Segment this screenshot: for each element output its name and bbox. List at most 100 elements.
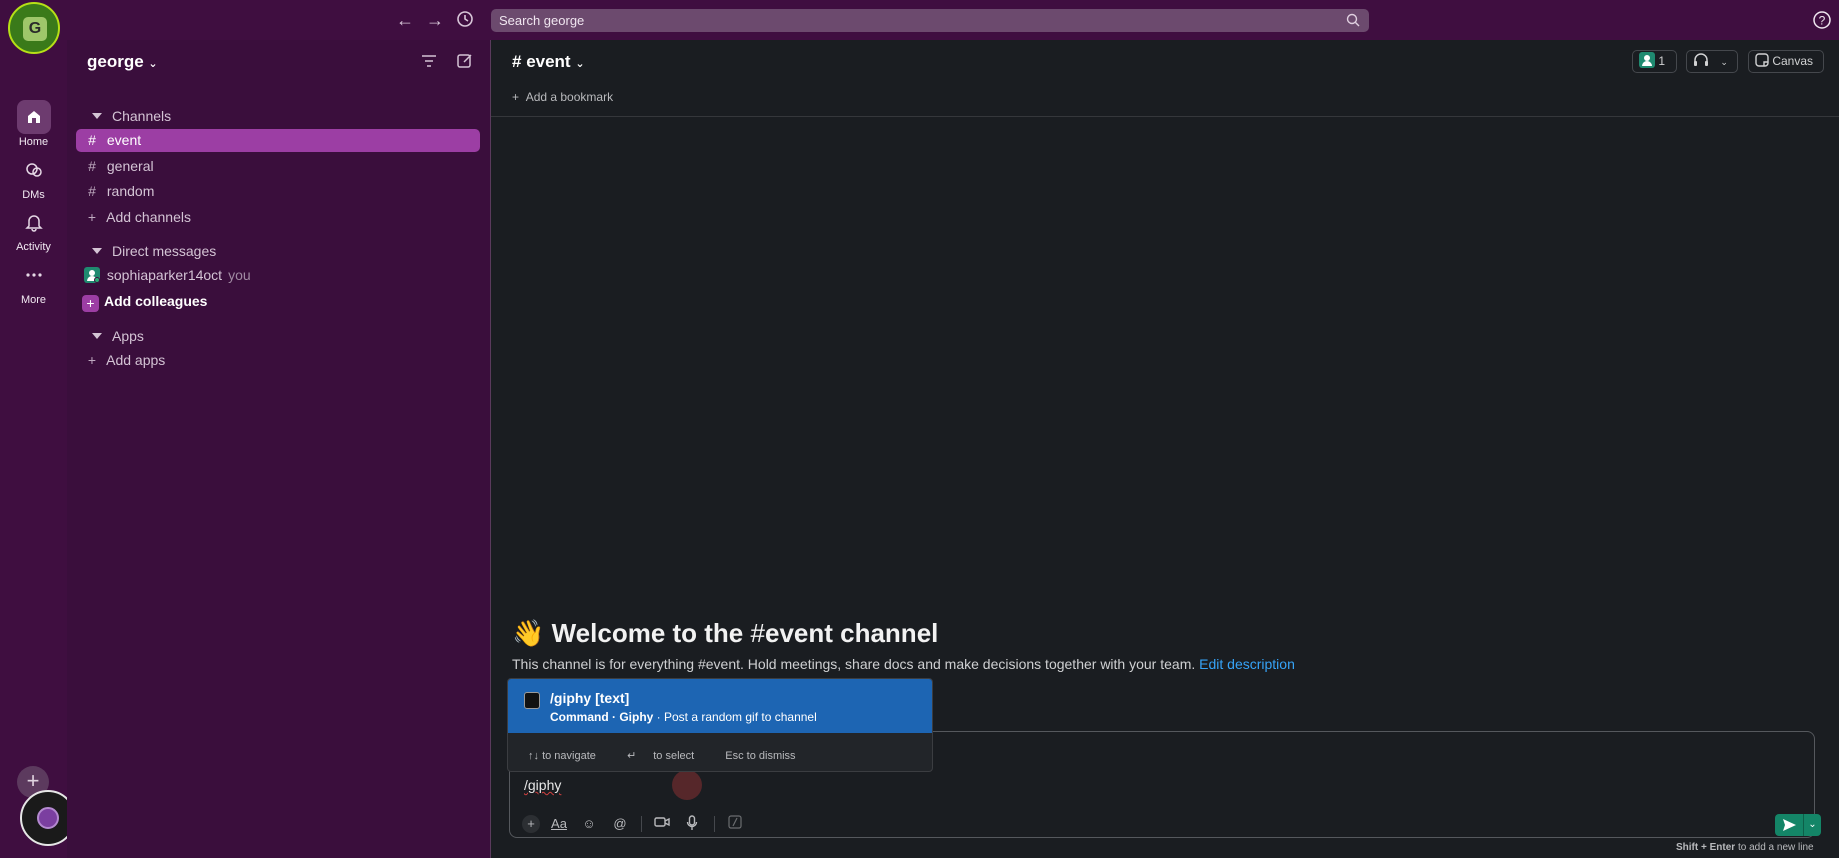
workspace-rail: G Home DMs Activity More + xyxy=(0,2,76,858)
forward-arrow-icon[interactable]: → xyxy=(426,10,444,30)
rail-home[interactable]: Home xyxy=(0,100,67,148)
rail-home-label: Home xyxy=(18,136,49,148)
caret-down-icon xyxy=(92,333,102,339)
attach-plus-icon[interactable]: + xyxy=(522,815,540,833)
sidebar-item-dm-self[interactable]: sophiaparker14oct you xyxy=(76,264,480,287)
add-channels-button[interactable]: + Add channels xyxy=(76,206,480,229)
enter-key-icon: ↵ xyxy=(626,750,637,762)
video-icon[interactable] xyxy=(653,815,671,833)
apps-heading: Apps xyxy=(112,328,144,344)
headphones-icon xyxy=(1694,53,1708,66)
toolbar-divider xyxy=(641,816,642,832)
rail-more[interactable]: More xyxy=(0,258,67,306)
sidebar-item-general[interactable]: # general xyxy=(76,155,480,178)
composer-hint: Shift + Enter to add a new line xyxy=(1676,842,1814,853)
sidebar-item-event[interactable]: # event xyxy=(76,129,480,152)
command-desc-text: · Post a random gif to channel xyxy=(653,710,817,724)
sidebar: george ⌄ Channels # event # general # ra… xyxy=(67,40,491,858)
giphy-app-icon xyxy=(524,692,540,709)
apps-section-header[interactable]: Apps xyxy=(92,328,144,344)
slash-command-icon[interactable] xyxy=(726,815,744,833)
plus-square-icon: + xyxy=(82,295,99,312)
huddle-button[interactable]: ⌄ xyxy=(1686,50,1738,73)
members-button[interactable]: 1 xyxy=(1632,50,1677,73)
workspace-avatar[interactable]: G xyxy=(8,2,60,54)
add-colleagues-label: Add colleagues xyxy=(104,293,208,309)
workspace-initial: G xyxy=(23,17,47,41)
hint-text: to add a new line xyxy=(1737,842,1814,853)
help-icon[interactable]: ? xyxy=(1812,10,1832,30)
members-count: 1 xyxy=(1658,54,1666,68)
top-bar: ← → Search george ? xyxy=(0,0,1839,40)
chevron-down-icon: ⌄ xyxy=(1720,57,1728,67)
search-bar[interactable]: Search george xyxy=(491,9,1369,32)
add-colleagues-button[interactable]: + Add colleagues xyxy=(76,290,480,313)
mention-icon[interactable]: @ xyxy=(611,815,629,833)
canvas-icon xyxy=(1755,53,1769,67)
send-button[interactable] xyxy=(1775,814,1803,836)
hash-icon: # xyxy=(750,618,765,648)
plus-icon: + xyxy=(87,209,97,225)
toolbar-divider xyxy=(714,816,715,832)
you-tag: you xyxy=(228,267,251,283)
filter-icon[interactable] xyxy=(421,54,437,68)
cursor-indicator xyxy=(672,770,702,800)
channels-section-header[interactable]: Channels xyxy=(92,108,171,124)
sidebar-item-random[interactable]: # random xyxy=(76,180,480,203)
plus-icon: + xyxy=(87,352,97,368)
channel-header: # event ⌄ + Add a bookmark 1 ⌄ Canvas xyxy=(491,40,1839,117)
rail-activity[interactable]: Activity xyxy=(0,205,67,253)
channel-label: general xyxy=(106,158,154,174)
bell-icon xyxy=(17,205,51,239)
send-options-button[interactable]: ⌄ xyxy=(1803,814,1821,836)
workspace-name[interactable]: george ⌄ xyxy=(87,52,158,72)
navigate-hint-text: to navigate xyxy=(542,750,596,762)
hash-icon: # xyxy=(88,132,96,148)
select-hint-text: to select xyxy=(653,750,695,762)
navigate-hint: ↑↓ to navigate xyxy=(528,750,610,762)
compose-icon[interactable] xyxy=(456,52,474,70)
welcome-channel: event channel xyxy=(764,618,939,648)
add-apps-button[interactable]: + Add apps xyxy=(76,349,480,372)
command-description: Command · Giphy · Post a random gif to c… xyxy=(550,710,817,724)
composer-input[interactable]: /giphy xyxy=(524,777,561,793)
caret-down-icon xyxy=(92,248,102,254)
add-channels-label: Add channels xyxy=(106,209,191,225)
chevron-down-icon: ⌄ xyxy=(575,58,585,70)
rail-dms[interactable]: DMs xyxy=(0,153,67,201)
dm-section-header[interactable]: Direct messages xyxy=(92,243,216,259)
autocomplete-item-giphy[interactable]: /giphy [text] Command · Giphy · Post a r… xyxy=(508,679,932,733)
hash-icon: # xyxy=(88,183,96,199)
edit-description-link[interactable]: Edit description xyxy=(1199,656,1295,672)
microphone-icon[interactable] xyxy=(683,815,701,833)
channel-name: event xyxy=(526,52,571,71)
send-icon xyxy=(1783,819,1796,831)
canvas-label: Canvas xyxy=(1772,54,1814,68)
user-avatar-icon xyxy=(81,264,103,287)
back-arrow-icon[interactable]: ← xyxy=(396,10,414,30)
canvas-button[interactable]: Canvas xyxy=(1748,50,1824,73)
history-clock-icon[interactable] xyxy=(456,10,474,32)
more-dots-icon xyxy=(17,258,51,292)
rail-dms-label: DMs xyxy=(22,189,45,201)
messages-icon xyxy=(17,153,51,187)
channel-label: random xyxy=(106,183,155,199)
formatting-icon[interactable]: Aa xyxy=(550,815,568,833)
command-title: /giphy [text] xyxy=(550,690,630,706)
hash-icon: # xyxy=(88,158,96,174)
member-avatar-icon xyxy=(1639,52,1655,68)
emoji-icon[interactable]: ☺ xyxy=(580,815,598,833)
dm-username: sophiaparker14oct xyxy=(106,267,223,283)
add-apps-label: Add apps xyxy=(106,352,166,368)
caret-down-icon xyxy=(92,113,102,119)
search-placeholder: Search george xyxy=(499,13,585,28)
avatar-status-dot xyxy=(37,807,59,829)
add-bookmark-button[interactable]: + Add a bookmark xyxy=(512,90,613,104)
channel-title[interactable]: # event ⌄ xyxy=(512,52,585,72)
dm-heading: Direct messages xyxy=(112,243,217,259)
command-label: Command · Giphy xyxy=(550,710,654,724)
svg-text:?: ? xyxy=(1819,14,1826,28)
channel-view: # event ⌄ + Add a bookmark 1 ⌄ Canvas 👋 … xyxy=(491,40,1839,858)
rail-activity-label: Activity xyxy=(16,241,51,253)
channels-heading: Channels xyxy=(112,108,172,124)
